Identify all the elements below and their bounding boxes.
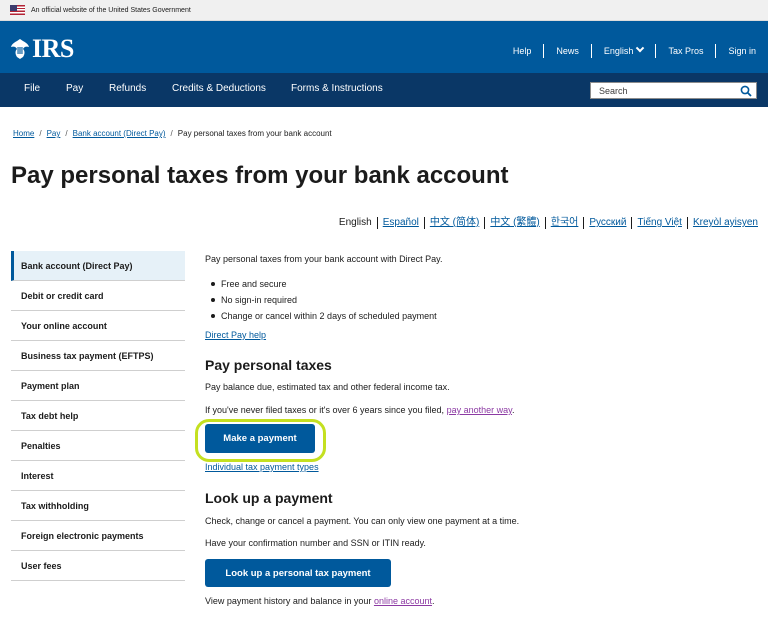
online-account-link[interactable]: online account: [374, 596, 432, 606]
gov-banner: An official website of the United States…: [0, 0, 768, 21]
lang-chinese-traditional[interactable]: 中文 (繁體): [484, 217, 544, 229]
breadcrumb-home[interactable]: Home: [13, 129, 34, 138]
nav-item-refunds[interactable]: Refunds: [109, 83, 146, 94]
lang-haitian-creole[interactable]: Kreyòl ayisyen: [686, 217, 763, 229]
tax-pros-link[interactable]: Tax Pros: [655, 44, 715, 58]
nav-item-credits-deductions[interactable]: Credits & Deductions: [172, 83, 266, 94]
news-link[interactable]: News: [543, 44, 591, 58]
eagle-icon: [11, 39, 29, 59]
breadcrumb-current: Pay personal taxes from your bank accoun…: [177, 129, 332, 138]
sidebar-item-tax-withholding[interactable]: Tax withholding: [11, 491, 185, 521]
direct-pay-help-link[interactable]: Direct Pay help: [205, 330, 266, 340]
list-item: Free and secure: [211, 276, 437, 292]
breadcrumb: Home / Pay / Bank account (Direct Pay) / Pay p…: [13, 129, 332, 138]
chevron-down-icon: [636, 43, 645, 53]
utility-nav: Help News English Tax Pros Sign in: [501, 43, 758, 58]
intro-text: Pay personal taxes from your bank accoun…: [205, 254, 443, 264]
sign-in-link[interactable]: Sign in: [715, 44, 758, 58]
individual-payment-types-link[interactable]: Individual tax payment types: [205, 462, 319, 472]
nav-item-pay[interactable]: Pay: [66, 83, 83, 94]
help-link[interactable]: Help: [501, 44, 544, 58]
look-up-payment-button[interactable]: Look up a personal tax payment: [205, 559, 391, 587]
nav-item-forms-instructions[interactable]: Forms & Instructions: [291, 83, 383, 94]
site-header: IRS Help News English Tax Pros Sign in: [0, 21, 768, 73]
sidebar-item-debit-credit-card[interactable]: Debit or credit card: [11, 281, 185, 311]
language-switcher: English Español 中文 (简体) 中文 (繁體) 한국어 Русс…: [334, 217, 763, 229]
lang-current: English: [338, 217, 372, 228]
look-up-payment-heading: Look up a payment: [205, 490, 333, 506]
make-payment-highlight: [195, 419, 326, 462]
sidebar-item-online-account[interactable]: Your online account: [11, 311, 185, 341]
language-label: English: [603, 46, 634, 56]
search-input[interactable]: [591, 85, 736, 96]
sidebar-item-payment-plan[interactable]: Payment plan: [11, 371, 185, 401]
lang-vietnamese[interactable]: Tiếng Việt: [631, 217, 686, 229]
search-icon[interactable]: [740, 85, 752, 97]
check-change-text: Check, change or cancel a payment. You c…: [205, 516, 520, 526]
sidebar-item-interest[interactable]: Interest: [11, 461, 185, 491]
sidebar-item-bank-account[interactable]: Bank account (Direct Pay): [11, 251, 185, 281]
list-item: Change or cancel within 2 days of schedu…: [211, 308, 437, 324]
lang-korean[interactable]: 한국어: [544, 217, 584, 229]
nav-item-file[interactable]: File: [24, 83, 40, 94]
search-box: [590, 82, 757, 99]
page-title: Pay personal taxes from your bank accoun…: [11, 162, 509, 189]
payment-history-text: View payment history and balance in your…: [205, 596, 435, 606]
breadcrumb-pay[interactable]: Pay: [47, 129, 61, 138]
sidebar-item-user-fees[interactable]: User fees: [11, 551, 185, 581]
pay-another-way-link[interactable]: pay another way: [447, 405, 512, 415]
confirmation-text: Have your confirmation number and SSN or…: [205, 538, 426, 548]
sidebar-item-foreign-payments[interactable]: Foreign electronic payments: [11, 521, 185, 551]
gov-banner-text: An official website of the United States…: [31, 6, 191, 14]
lang-spanish[interactable]: Español: [376, 217, 424, 229]
lang-russian[interactable]: Русский: [583, 217, 631, 229]
us-flag-icon: [10, 5, 25, 15]
language-dropdown[interactable]: English: [590, 43, 656, 58]
pay-personal-taxes-heading: Pay personal taxes: [205, 357, 332, 373]
never-filed-text: If you've never filed taxes or it's over…: [205, 405, 515, 415]
logo-text: IRS: [32, 34, 74, 63]
side-nav: Bank account (Direct Pay) Debit or credi…: [11, 251, 185, 581]
sidebar-item-tax-debt-help[interactable]: Tax debt help: [11, 401, 185, 431]
pay-balance-text: Pay balance due, estimated tax and other…: [205, 382, 450, 392]
main-nav: File Pay Refunds Credits & Deductions Fo…: [0, 73, 768, 107]
irs-logo[interactable]: IRS: [10, 34, 74, 64]
sidebar-item-penalties[interactable]: Penalties: [11, 431, 185, 461]
list-item: No sign-in required: [211, 292, 437, 308]
breadcrumb-direct-pay[interactable]: Bank account (Direct Pay): [73, 129, 166, 138]
feature-list: Free and secure No sign-in required Chan…: [211, 276, 437, 324]
lang-chinese-simplified[interactable]: 中文 (简体): [423, 217, 484, 229]
sidebar-item-eftps[interactable]: Business tax payment (EFTPS): [11, 341, 185, 371]
